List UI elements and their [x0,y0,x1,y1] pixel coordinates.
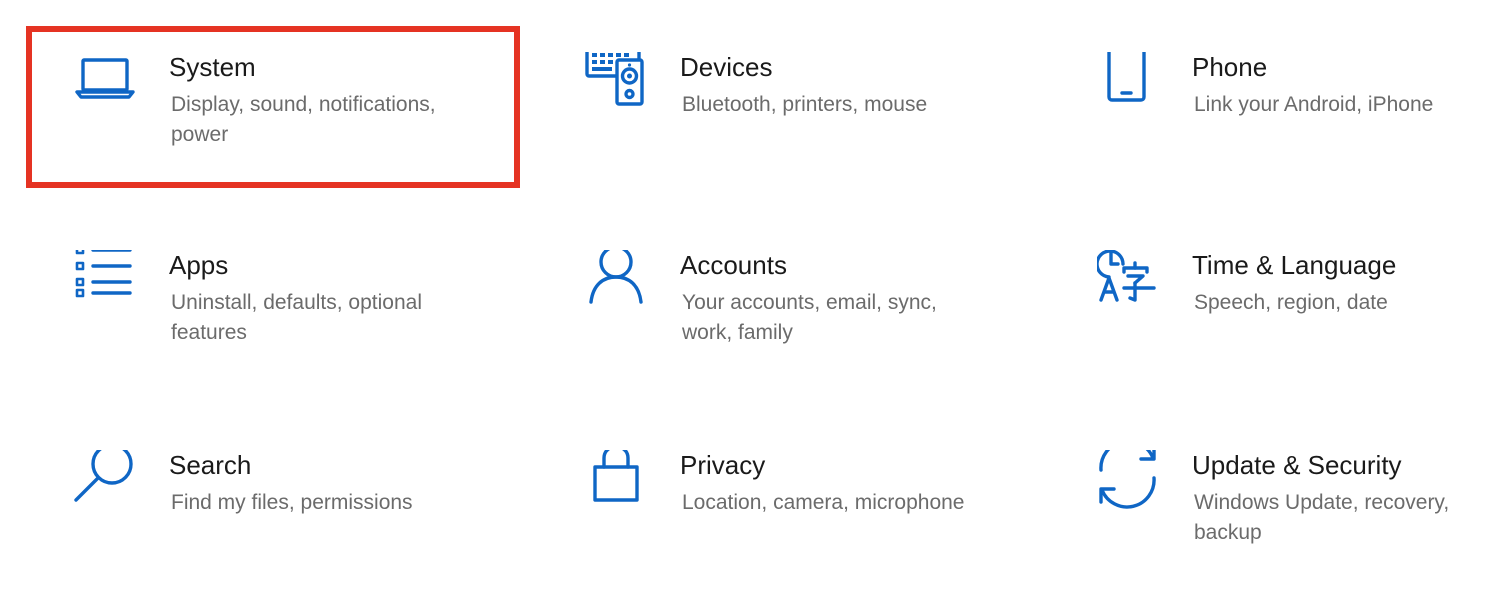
tile-title: Devices [680,52,773,82]
tile-title: System [169,52,256,82]
tile-title: Accounts [680,250,787,280]
padlock-icon [585,450,647,512]
tile-title: Search [169,450,252,480]
app-list-icon [74,250,136,312]
magnifier-icon [74,450,136,512]
settings-tile-time-language[interactable]: Time & Language Speech, region, date [1097,250,1500,390]
tile-description: Speech, region, date [1194,291,1388,314]
tile-description: Your accounts, email, sync, work, family [682,291,937,344]
tile-description: Find my files, permissions [171,491,413,514]
settings-tile-apps[interactable]: Apps Uninstall, defaults, optional featu… [74,250,534,390]
tile-description: Display, sound, notifications, power [171,93,436,146]
tile-title: Apps [169,250,229,280]
tile-title: Phone [1192,52,1268,82]
keyboard-speaker-icon [585,52,647,114]
tile-description: Location, camera, microphone [682,491,965,514]
laptop-icon [74,52,136,114]
settings-tile-system[interactable]: System Display, sound, notifications, po… [74,52,534,192]
tile-title: Privacy [680,450,766,480]
settings-tile-search[interactable]: Search Find my files, permissions [74,450,534,590]
tile-title: Time & Language [1192,250,1397,280]
settings-tile-phone[interactable]: Phone Link your Android, iPhone [1097,52,1500,192]
settings-tile-privacy[interactable]: Privacy Location, camera, microphone [585,450,1045,590]
settings-tile-update-security[interactable]: Update & Security Windows Update, recove… [1097,450,1500,590]
settings-tile-devices[interactable]: Devices Bluetooth, printers, mouse [585,52,1045,192]
tile-title: Update & Security [1192,450,1402,480]
settings-tile-accounts[interactable]: Accounts Your accounts, email, sync, wor… [585,250,1045,390]
tile-description: Windows Update, recovery, backup [1194,491,1450,544]
phone-icon [1097,52,1159,114]
person-icon [585,250,647,312]
tile-description: Bluetooth, printers, mouse [682,93,928,116]
clock-language-icon [1097,250,1159,312]
tile-description: Uninstall, defaults, optional features [171,291,422,344]
sync-arrows-icon [1097,450,1159,512]
tile-description: Link your Android, iPhone [1194,93,1434,116]
